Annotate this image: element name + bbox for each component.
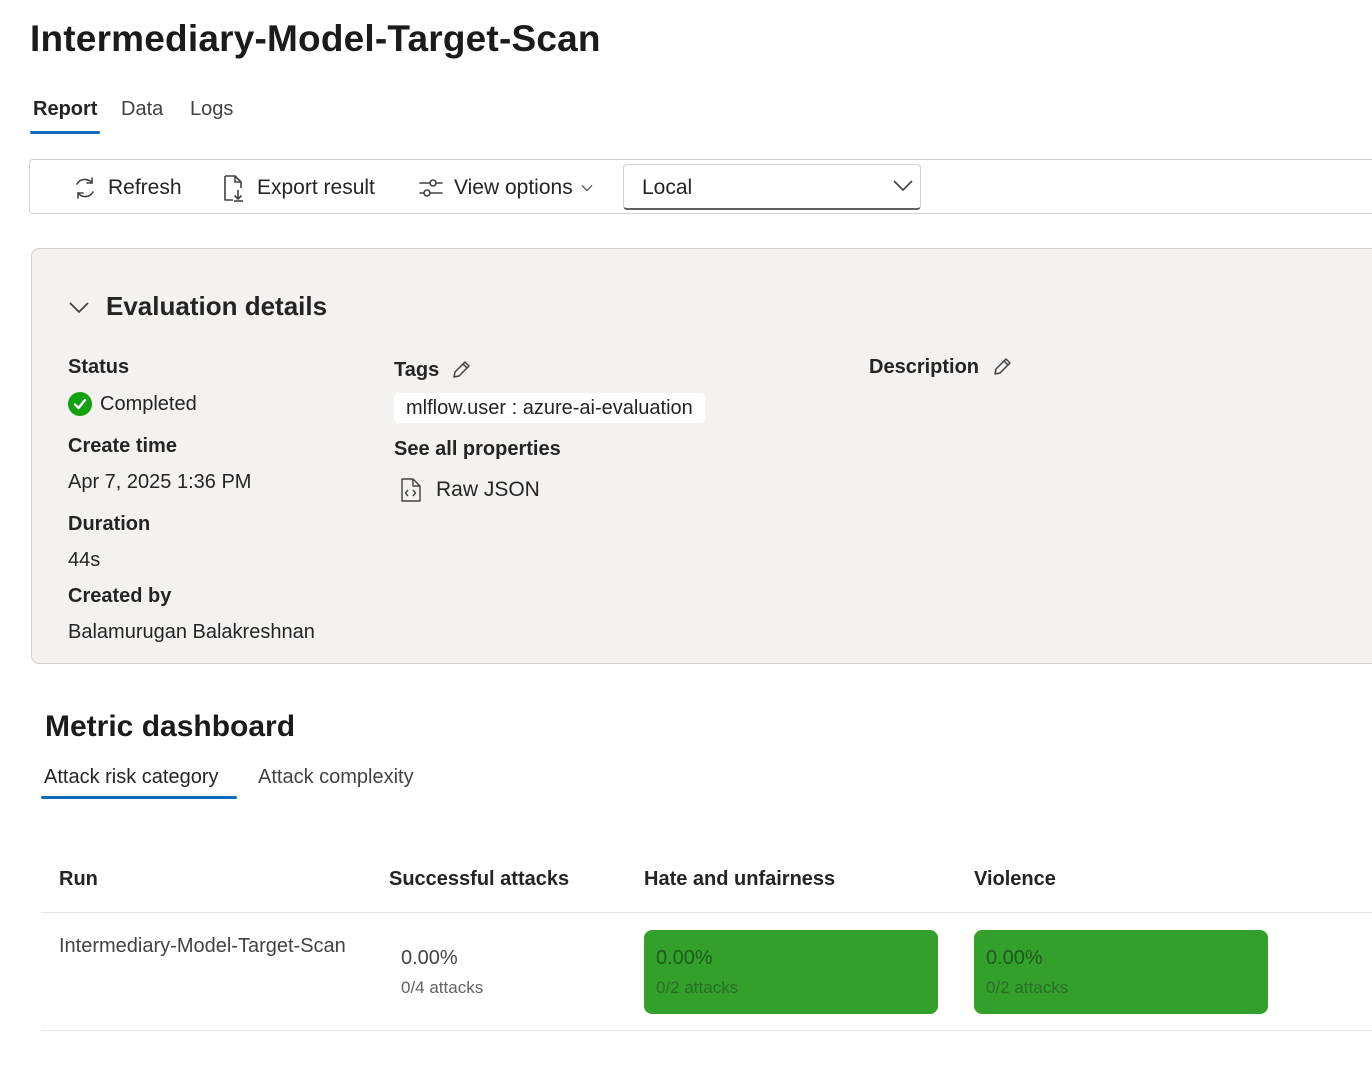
violence-percent: 0.00%: [986, 947, 1043, 969]
tab-logs[interactable]: Logs: [190, 98, 233, 121]
chevron-down-icon: [581, 185, 593, 192]
duration-value: 44s: [68, 549, 101, 571]
refresh-icon: [76, 177, 94, 199]
create-time-label: Create time: [68, 435, 177, 457]
tags-label: Tags: [394, 359, 440, 381]
hate-and-unfairness-percent: 0.00%: [656, 947, 713, 969]
table-row-divider: [41, 1030, 1372, 1031]
export-file-icon: [224, 175, 243, 202]
edit-tags-pencil-icon[interactable]: [450, 359, 472, 381]
violence-metric: 0.00% 0/2 attacks: [974, 930, 1268, 1014]
code-file-icon: [401, 478, 421, 502]
check-circle-icon: [68, 392, 92, 416]
duration-label: Duration: [68, 513, 151, 535]
location-value: Local: [642, 176, 693, 199]
status-label: Status: [68, 356, 130, 378]
tab-attack-risk-category[interactable]: Attack risk category: [44, 766, 219, 789]
refresh-button[interactable]: Refresh: [72, 173, 182, 203]
sliders-icon: [419, 179, 443, 197]
status-text: Completed: [100, 392, 197, 415]
export-result-button[interactable]: Export result: [221, 173, 375, 203]
tab-report[interactable]: Report: [33, 98, 97, 121]
table-header-divider: [41, 912, 1372, 913]
export-result-label: Export result: [257, 176, 375, 199]
create-time-value: Apr 7, 2025 1:36 PM: [68, 471, 252, 493]
tag-chip: mlflow.user : azure-ai-evaluation: [394, 393, 705, 423]
hate-and-unfairness-metric: 0.00% 0/2 attacks: [644, 930, 938, 1014]
run-name-link[interactable]: Intermediary-Model-Target-Scan: [59, 935, 357, 958]
location-dropdown[interactable]: Local: [623, 164, 921, 210]
view-options-button[interactable]: View options: [418, 173, 593, 203]
violence-count: 0/2 attacks: [986, 978, 1069, 997]
hate-and-unfairness-count: 0/2 attacks: [656, 978, 739, 997]
tab-attack-complexity[interactable]: Attack complexity: [258, 766, 414, 789]
chevron-down-icon: [893, 180, 913, 192]
description-label: Description: [869, 356, 980, 378]
created-by-value: Balamurugan Balakreshnan: [68, 621, 315, 643]
active-tab-indicator: [30, 131, 100, 134]
evaluation-details-toggle[interactable]: Evaluation details: [68, 291, 327, 322]
active-tab-indicator: [41, 796, 237, 799]
view-options-label: View options: [454, 176, 573, 199]
status-value: Completed: [68, 392, 197, 416]
section-title: Evaluation details: [106, 291, 328, 321]
column-header-run[interactable]: Run: [59, 868, 98, 891]
raw-json-link[interactable]: Raw JSON: [400, 477, 540, 503]
tab-data[interactable]: Data: [121, 98, 163, 121]
column-header-hate-and-unfairness[interactable]: Hate and unfairness: [644, 868, 835, 891]
column-header-violence[interactable]: Violence: [974, 868, 1056, 891]
metric-dashboard-title: Metric dashboard: [45, 710, 296, 743]
created-by-label: Created by: [68, 585, 172, 607]
chevron-down-icon: [69, 301, 89, 313]
successful-attacks-percent: 0.00%: [401, 947, 458, 969]
successful-attacks-count: 0/4 attacks: [401, 978, 484, 997]
toolbar: Refresh Export result View options Local: [29, 159, 1372, 214]
column-header-successful-attacks[interactable]: Successful attacks: [389, 868, 569, 891]
evaluation-details-card: Evaluation details Status Completed Crea…: [31, 248, 1372, 664]
edit-description-pencil-icon[interactable]: [991, 356, 1013, 378]
raw-json-label: Raw JSON: [436, 478, 540, 501]
page-title: Intermediary-Model-Target-Scan: [30, 18, 601, 59]
refresh-label: Refresh: [108, 176, 182, 199]
see-all-properties-label: See all properties: [394, 438, 561, 460]
tag-text: mlflow.user : azure-ai-evaluation: [406, 396, 693, 419]
metric-tabs: Attack risk category Attack complexity: [40, 762, 460, 802]
